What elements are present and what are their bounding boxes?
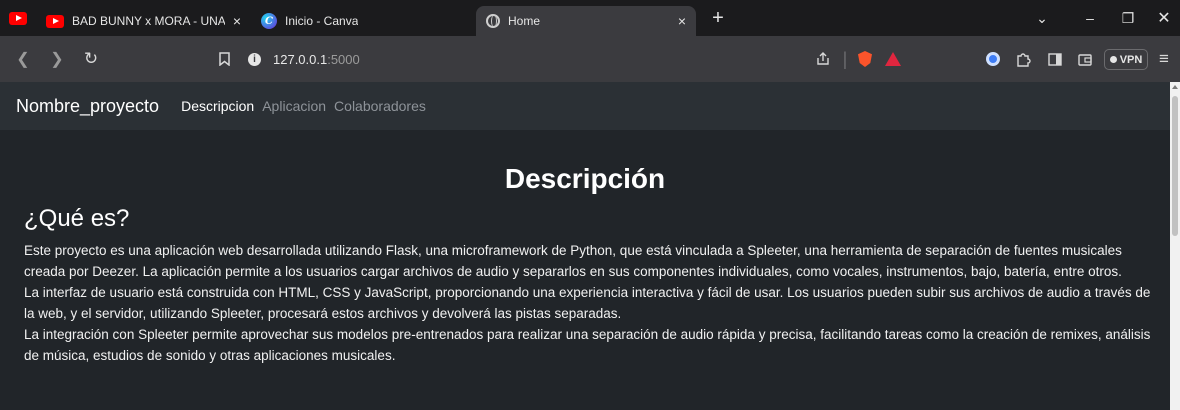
section-heading: ¿Qué es? xyxy=(24,205,130,232)
browser-menu-button[interactable] xyxy=(0,0,36,36)
scroll-up-icon[interactable] xyxy=(1172,85,1178,89)
close-window-icon[interactable]: ✕ xyxy=(1152,0,1176,36)
canva-icon: C xyxy=(261,13,277,29)
scrollbar-thumb[interactable] xyxy=(1172,96,1178,236)
minimize-icon[interactable]: – xyxy=(1078,0,1102,36)
back-icon[interactable]: ❮ xyxy=(12,36,34,82)
page-title: Descripción xyxy=(504,163,666,194)
tab-canva[interactable]: C Inicio - Canva xyxy=(251,6,466,36)
site-info-icon[interactable]: i xyxy=(248,53,261,66)
restore-icon[interactable]: ❐ xyxy=(1116,0,1140,36)
tab-title: BAD BUNNY x MORA - UNA VEZ xyxy=(72,14,225,28)
extension-icon[interactable] xyxy=(982,36,1004,82)
paragraph: La interfaz de usuario está construida c… xyxy=(24,285,1151,321)
brave-rewards-icon[interactable] xyxy=(882,36,904,82)
paragraph: La integración con Spleeter permite apro… xyxy=(24,327,1151,363)
tab-title: Inicio - Canva xyxy=(285,14,359,28)
tab-search-chevron-icon[interactable]: ⌄ xyxy=(1030,0,1054,36)
share-icon[interactable] xyxy=(812,36,834,82)
youtube-icon xyxy=(9,11,27,25)
nav-link-descripcion[interactable]: Descripcion xyxy=(181,98,254,114)
tab-title: Home xyxy=(508,14,541,28)
menu-icon[interactable]: ≡ xyxy=(1154,36,1174,82)
vpn-status-icon xyxy=(1109,56,1117,63)
globe-icon xyxy=(486,14,500,28)
tab-home[interactable]: Home × xyxy=(476,6,696,36)
navbar-brand[interactable]: Nombre_proyecto xyxy=(16,96,159,117)
sidebar-icon[interactable] xyxy=(1044,36,1066,82)
wallet-icon[interactable] xyxy=(1074,36,1096,82)
brave-shields-icon[interactable] xyxy=(854,36,876,82)
description-text: Este proyecto es una aplicación web desa… xyxy=(24,240,1154,366)
nav-link-colaboradores[interactable]: Colaboradores xyxy=(334,98,426,114)
bookmark-icon[interactable] xyxy=(214,36,234,82)
url-host: 127.0.0.1 xyxy=(273,52,328,67)
close-tab-icon[interactable]: × xyxy=(225,13,241,29)
page-navbar: Nombre_proyecto Descripcion Aplicacion C… xyxy=(0,82,1170,130)
tab-youtube[interactable]: BAD BUNNY x MORA - UNA VEZ × xyxy=(36,6,251,36)
url-port: :5000 xyxy=(327,52,360,67)
page-content: Descripción ¿Qué es? Este proyecto es un… xyxy=(0,130,1170,410)
vpn-button[interactable]: VPN xyxy=(1104,49,1148,70)
reload-icon[interactable]: ↻ xyxy=(80,36,102,82)
forward-icon[interactable]: ❯ xyxy=(46,36,68,82)
browser-toolbar: ❮ ❯ ↻ i 127.0.0.1 :5000 | VPN ≡ xyxy=(0,36,1180,82)
tab-strip: BAD BUNNY x MORA - UNA VEZ × C Inicio - … xyxy=(0,0,1180,36)
youtube-icon xyxy=(46,14,64,28)
vpn-label: VPN xyxy=(1119,53,1143,66)
new-tab-button[interactable]: + xyxy=(706,7,730,30)
puzzle-extensions-icon[interactable] xyxy=(1012,36,1034,82)
page-scrollbar[interactable] xyxy=(1170,82,1180,410)
close-tab-icon[interactable]: × xyxy=(670,13,686,29)
nav-link-aplicacion[interactable]: Aplicacion xyxy=(262,98,326,114)
divider: | xyxy=(842,48,848,69)
paragraph: Este proyecto es una aplicación web desa… xyxy=(24,243,1122,279)
